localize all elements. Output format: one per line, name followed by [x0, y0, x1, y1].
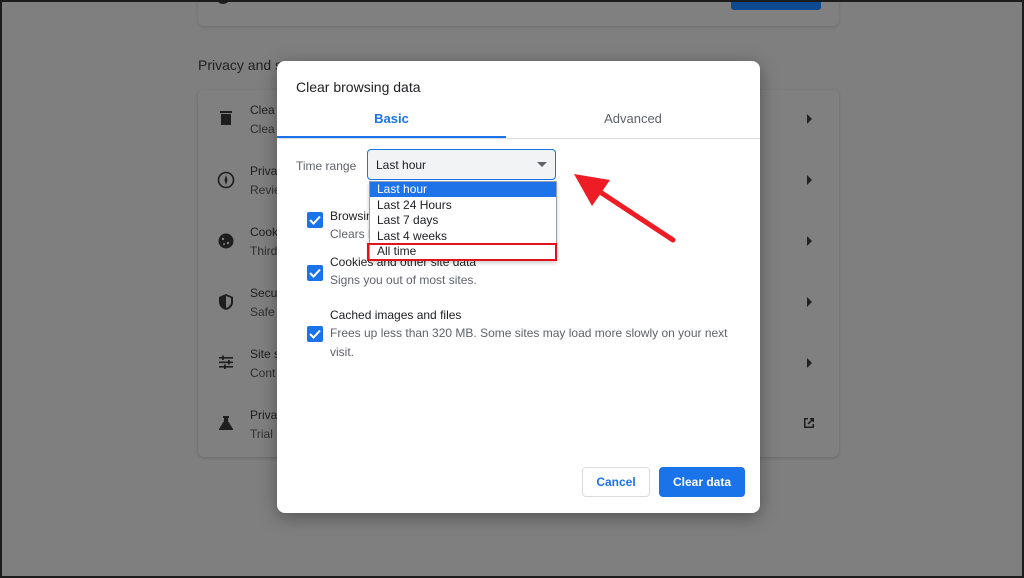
bg-row-desc: Third [250, 244, 278, 258]
tab-basic[interactable]: Basic [277, 107, 506, 139]
chevron-right-icon [807, 175, 812, 185]
bg-row-title: Cook [250, 225, 279, 239]
privacy-guide-icon [216, 171, 236, 191]
clear-data-button[interactable]: Clear data [659, 467, 745, 497]
cached-images-checkbox[interactable] [307, 326, 323, 342]
annotation-arrow-icon [574, 174, 676, 243]
caret-down-icon [537, 162, 547, 167]
bg-section-title: Privacy and s [198, 57, 283, 73]
time-range-select[interactable]: Last hour [367, 149, 556, 180]
bg-row-title: Priva [250, 164, 278, 178]
bg-row-title: Secu [250, 286, 278, 300]
bg-row-title: Clea [250, 103, 275, 117]
chevron-right-icon [807, 114, 812, 124]
dropdown-option-last-7-days[interactable]: Last 7 days [370, 213, 556, 228]
bg-row-title: Site s [250, 347, 281, 361]
bg-action-button [731, 0, 821, 10]
browsing-history-checkbox[interactable] [307, 212, 323, 228]
option-desc: Frees up less than 320 MB. Some sites ma… [330, 326, 728, 359]
cookie-icon [216, 232, 236, 252]
cancel-button[interactable]: Cancel [582, 467, 650, 497]
option-title: Cached images and files [330, 308, 462, 322]
sliders-icon [216, 354, 236, 374]
trash-icon [216, 110, 236, 130]
bg-row-desc: Safe [250, 305, 275, 319]
dialog-title: Clear browsing data [296, 79, 421, 95]
dropdown-option-last-4-weeks[interactable]: Last 4 weeks [370, 229, 556, 244]
bg-row-desc: Cont [250, 366, 276, 380]
option-desc: Signs you out of most sites. [330, 273, 477, 287]
dropdown-option-last-24-hours[interactable]: Last 24 Hours [370, 198, 556, 213]
chevron-right-icon [807, 297, 812, 307]
external-link-icon [802, 416, 816, 430]
time-range-value: Last hour [376, 158, 427, 172]
dropdown-option-last-hour[interactable]: Last hour [370, 182, 556, 197]
cookies-checkbox[interactable] [307, 265, 323, 281]
flask-icon [216, 415, 236, 435]
chevron-right-icon [807, 358, 812, 368]
tab-divider [277, 138, 760, 139]
bg-row-title: Priva [250, 408, 278, 422]
time-range-label: Time range [296, 159, 357, 173]
bg-row-desc: Clea [250, 122, 275, 136]
bg-row-desc: Trial [250, 427, 273, 441]
shield-icon [216, 293, 236, 313]
clear-browsing-data-dialog: Clear browsing data Basic Advanced Time … [277, 61, 760, 513]
chevron-right-icon [807, 236, 812, 246]
annotation-highlight-box [367, 243, 557, 261]
tab-advanced[interactable]: Advanced [506, 107, 760, 139]
